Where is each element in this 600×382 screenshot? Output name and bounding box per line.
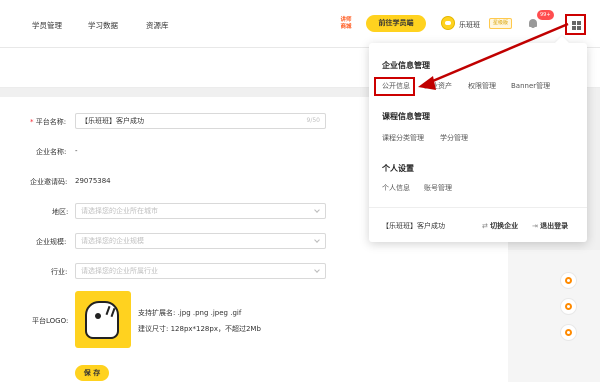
chevron-down-icon — [314, 267, 320, 273]
switch-icon: ⇄ — [482, 222, 491, 230]
vip-badge: 星级版 — [489, 18, 513, 29]
avatar[interactable] — [441, 16, 455, 30]
menu-link-enterprise-assets[interactable]: 企业资产 — [424, 81, 452, 91]
invite-code-label: 企业邀请码: — [30, 178, 68, 186]
menu-divider — [369, 207, 587, 208]
headset-icon[interactable] — [560, 272, 577, 289]
enterprise-info-title: 企业信息管理 — [382, 61, 430, 70]
company-scale-label: 企业规模: — [36, 238, 67, 246]
platform-name-value: 【乐班班】客户成功 — [81, 117, 144, 125]
right-side-panel — [508, 250, 600, 382]
invite-code-value: 29075384 — [75, 177, 111, 185]
chevron-down-icon — [314, 207, 320, 213]
nav-item-learning-data[interactable]: 学习数据 — [88, 20, 118, 31]
region-select[interactable]: 请选择您的企业所在城市 — [75, 203, 326, 219]
menu-link-permissions[interactable]: 权限管理 — [468, 81, 496, 91]
apps-grid-icon[interactable] — [565, 14, 586, 35]
compass-icon[interactable] — [560, 324, 577, 341]
industry-placeholder: 请选择您的企业所属行业 — [81, 267, 158, 275]
mall-link[interactable]: 讲师商城 — [338, 17, 354, 31]
menu-link-course-category[interactable]: 课程分类管理 — [382, 133, 424, 143]
platform-name-input[interactable]: 【乐班班】客户成功 9/50 — [75, 113, 326, 129]
user-name[interactable]: 乐班班 — [459, 20, 480, 30]
switch-org-link[interactable]: ⇄ 切换企业 — [482, 221, 518, 231]
logo-size-hint: 建议尺寸: 128px*128px，不超过2Mb — [138, 325, 261, 333]
logo-extension-hint: 支持扩展名: .jpg .png .jpeg .gif — [138, 309, 242, 317]
industry-select[interactable]: 请选择您的企业所属行业 — [75, 263, 326, 279]
char-counter: 9/50 — [306, 117, 320, 124]
zebra-logo-image — [85, 301, 119, 339]
logout-icon: ⇥ — [532, 222, 541, 230]
company-name-label: 企业名称: — [36, 148, 67, 156]
platform-logo-label: 平台LOGO: — [32, 317, 69, 325]
region-label: 地区: — [52, 208, 69, 216]
scale-placeholder: 请选择您的企业规模 — [81, 237, 144, 245]
course-info-title: 课程信息管理 — [382, 112, 430, 121]
top-navigation-bar: 学员管理 学习数据 资源库 讲师商城 前往学员端 乐班班 星级版 99+ — [0, 0, 600, 48]
bell-icon[interactable] — [528, 18, 538, 29]
annotation-highlight-box — [374, 77, 415, 96]
menu-link-credit[interactable]: 学分管理 — [440, 133, 468, 143]
company-name-value: - — [75, 147, 78, 155]
menu-link-account[interactable]: 账号管理 — [424, 183, 452, 193]
go-student-button[interactable]: 前往学员端 — [366, 15, 426, 32]
company-scale-select[interactable]: 请选择您的企业规模 — [75, 233, 326, 249]
save-button[interactable]: 保 存 — [75, 365, 109, 381]
platform-logo-upload[interactable] — [75, 291, 131, 348]
menu-link-personal-info[interactable]: 个人信息 — [382, 183, 410, 193]
personal-settings-title: 个人设置 — [382, 164, 414, 173]
current-org-name: 【乐班班】客户成功 — [382, 222, 445, 230]
apps-dropdown-menu: 企业信息管理 公开信息 企业资产 权限管理 Banner管理 课程信息管理 课程… — [369, 43, 587, 242]
notification-count-badge: 99+ — [537, 10, 554, 20]
phone-icon[interactable] — [560, 298, 577, 315]
logout-link[interactable]: ⇥ 退出登录 — [532, 221, 568, 231]
industry-label: 行业: — [51, 268, 68, 276]
chevron-down-icon — [314, 237, 320, 243]
menu-link-banner[interactable]: Banner管理 — [511, 81, 550, 91]
platform-name-label: * 平台名称: — [30, 118, 67, 126]
nav-item-student-management[interactable]: 学员管理 — [32, 20, 62, 31]
nav-item-resource-library[interactable]: 资源库 — [146, 20, 169, 31]
region-placeholder: 请选择您的企业所在城市 — [81, 207, 158, 215]
